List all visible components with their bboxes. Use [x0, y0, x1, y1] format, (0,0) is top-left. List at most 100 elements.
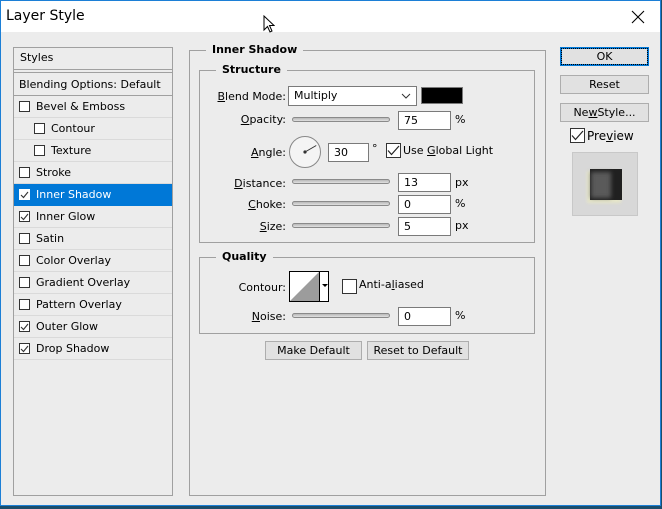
style-item-gradient-overlay[interactable]: Gradient Overlay: [14, 272, 172, 294]
style-item-checkbox[interactable]: [19, 299, 30, 310]
size-input[interactable]: 5: [398, 217, 451, 236]
noise-unit: %: [455, 309, 466, 322]
preview-checkbox[interactable]: Preview: [570, 128, 634, 143]
blend-mode-label: Blend Mode:: [217, 90, 287, 103]
style-item-bevel-emboss[interactable]: Bevel & Emboss: [14, 96, 172, 118]
style-item-label: Bevel & Emboss: [36, 100, 126, 113]
style-item-satin[interactable]: Satin: [14, 228, 172, 250]
structure-title: Structure: [216, 63, 287, 76]
use-global-light-checkbox[interactable]: Use Global Light: [386, 143, 493, 158]
choke-input[interactable]: 0: [398, 195, 451, 214]
checkmark-icon: [20, 345, 29, 352]
close-button[interactable]: [624, 5, 652, 29]
style-item-checkbox[interactable]: [19, 101, 30, 112]
style-item-label: Stroke: [36, 166, 72, 179]
style-item-checkbox[interactable]: [19, 321, 30, 332]
noise-label: Noise:: [251, 310, 286, 323]
choke-slider[interactable]: [291, 201, 390, 211]
anti-aliased-checkbox[interactable]: Anti-aliased: [342, 278, 424, 294]
close-icon: [631, 10, 645, 24]
style-item-checkbox[interactable]: [19, 211, 30, 222]
style-item-checkbox[interactable]: [19, 167, 30, 178]
style-item-label: Drop Shadow: [36, 342, 110, 355]
style-item-pattern-overlay[interactable]: Pattern Overlay: [14, 294, 172, 316]
style-item-label: Color Overlay: [36, 254, 111, 267]
styles-header[interactable]: Styles: [14, 48, 172, 70]
style-item-checkbox[interactable]: [19, 233, 30, 244]
style-item-texture[interactable]: Texture: [14, 140, 172, 162]
style-item-label: Inner Shadow: [36, 188, 112, 201]
use-global-light-check[interactable]: [386, 143, 401, 158]
noise-slider[interactable]: [291, 313, 390, 323]
title-bar: Layer Style: [1, 1, 660, 32]
contour-dropdown-icon[interactable]: [322, 284, 328, 288]
angle-input[interactable]: 30: [328, 143, 369, 162]
checkmark-icon: [20, 191, 29, 198]
blend-mode-select[interactable]: Multiply: [288, 86, 417, 106]
style-item-checkbox[interactable]: [19, 343, 30, 354]
distance-slider[interactable]: [292, 179, 390, 189]
preview-label: Preview: [587, 128, 634, 143]
angle-label: Angle:: [250, 146, 286, 159]
quality-title: Quality: [216, 250, 273, 263]
contour-curve-icon: [290, 272, 319, 301]
checkmark-icon: [20, 213, 29, 220]
style-item-label: Inner Glow: [36, 210, 96, 223]
contour-label: Contour:: [238, 281, 286, 294]
style-item-checkbox[interactable]: [19, 189, 30, 200]
ok-button[interactable]: OK: [560, 47, 649, 66]
style-item-inner-glow[interactable]: Inner Glow: [14, 206, 172, 228]
angle-dial[interactable]: [288, 135, 322, 169]
layer-style-dialog: Layer Style Styles Blending Options: Def…: [0, 0, 661, 506]
size-slider[interactable]: [292, 223, 390, 233]
inner-shadow-panel: Inner Shadow Structure Blend Mode: Multi…: [189, 43, 546, 496]
style-item-label: Pattern Overlay: [36, 298, 122, 311]
distance-input[interactable]: 13: [398, 173, 451, 192]
style-item-checkbox[interactable]: [19, 277, 30, 288]
style-item-drop-shadow[interactable]: Drop Shadow: [14, 338, 172, 360]
anti-aliased-label: Anti-aliased: [359, 278, 424, 291]
blending-options-item[interactable]: Blending Options: Default: [14, 72, 172, 96]
distance-unit: px: [455, 176, 469, 189]
noise-input[interactable]: 0: [398, 307, 451, 326]
styles-list: Styles Blending Options: Default Bevel &…: [13, 47, 173, 496]
style-item-checkbox[interactable]: [19, 255, 30, 266]
style-item-label: Texture: [51, 144, 92, 157]
window-title: Layer Style: [6, 8, 85, 24]
choke-unit: %: [455, 197, 466, 210]
style-item-label: Outer Glow: [36, 320, 99, 333]
use-global-light-label: Use Global Light: [403, 144, 494, 157]
checkmark-icon: [571, 130, 584, 141]
structure-group: Structure Blend Mode: Multiply Opacity: …: [199, 63, 535, 243]
style-item-checkbox[interactable]: [34, 145, 45, 156]
make-default-button[interactable]: Make Default: [265, 341, 362, 360]
angle-unit: °: [372, 142, 378, 155]
panel-title: Inner Shadow: [206, 43, 304, 56]
contour-picker[interactable]: [289, 271, 329, 302]
chevron-down-icon: [401, 93, 411, 99]
style-item-color-overlay[interactable]: Color Overlay: [14, 250, 172, 272]
preview-check[interactable]: [570, 128, 585, 143]
choke-label: Choke:: [248, 198, 286, 211]
style-item-label: Gradient Overlay: [36, 276, 131, 289]
reset-to-default-button[interactable]: Reset to Default: [367, 341, 469, 360]
shadow-color-swatch[interactable]: [421, 87, 463, 104]
size-unit: px: [455, 219, 469, 232]
reset-button[interactable]: Reset: [560, 75, 649, 94]
style-item-checkbox[interactable]: [34, 123, 45, 134]
new-style-button[interactable]: Ne w Style...: [560, 103, 649, 122]
size-label: Size:: [259, 220, 286, 233]
style-item-stroke[interactable]: Stroke: [14, 162, 172, 184]
anti-aliased-check[interactable]: [342, 279, 357, 294]
checkmark-icon: [387, 145, 400, 156]
style-item-contour[interactable]: Contour: [14, 118, 172, 140]
checkmark-icon: [20, 323, 29, 330]
style-item-inner-shadow[interactable]: Inner Shadow: [14, 184, 172, 206]
blend-mode-value: Multiply: [294, 89, 338, 102]
opacity-slider[interactable]: [292, 117, 390, 127]
distance-label: Distance:: [234, 177, 286, 190]
style-item-label: Contour: [51, 122, 95, 135]
opacity-input[interactable]: 75: [398, 111, 451, 130]
opacity-unit: %: [455, 113, 466, 126]
style-item-outer-glow[interactable]: Outer Glow: [14, 316, 172, 338]
